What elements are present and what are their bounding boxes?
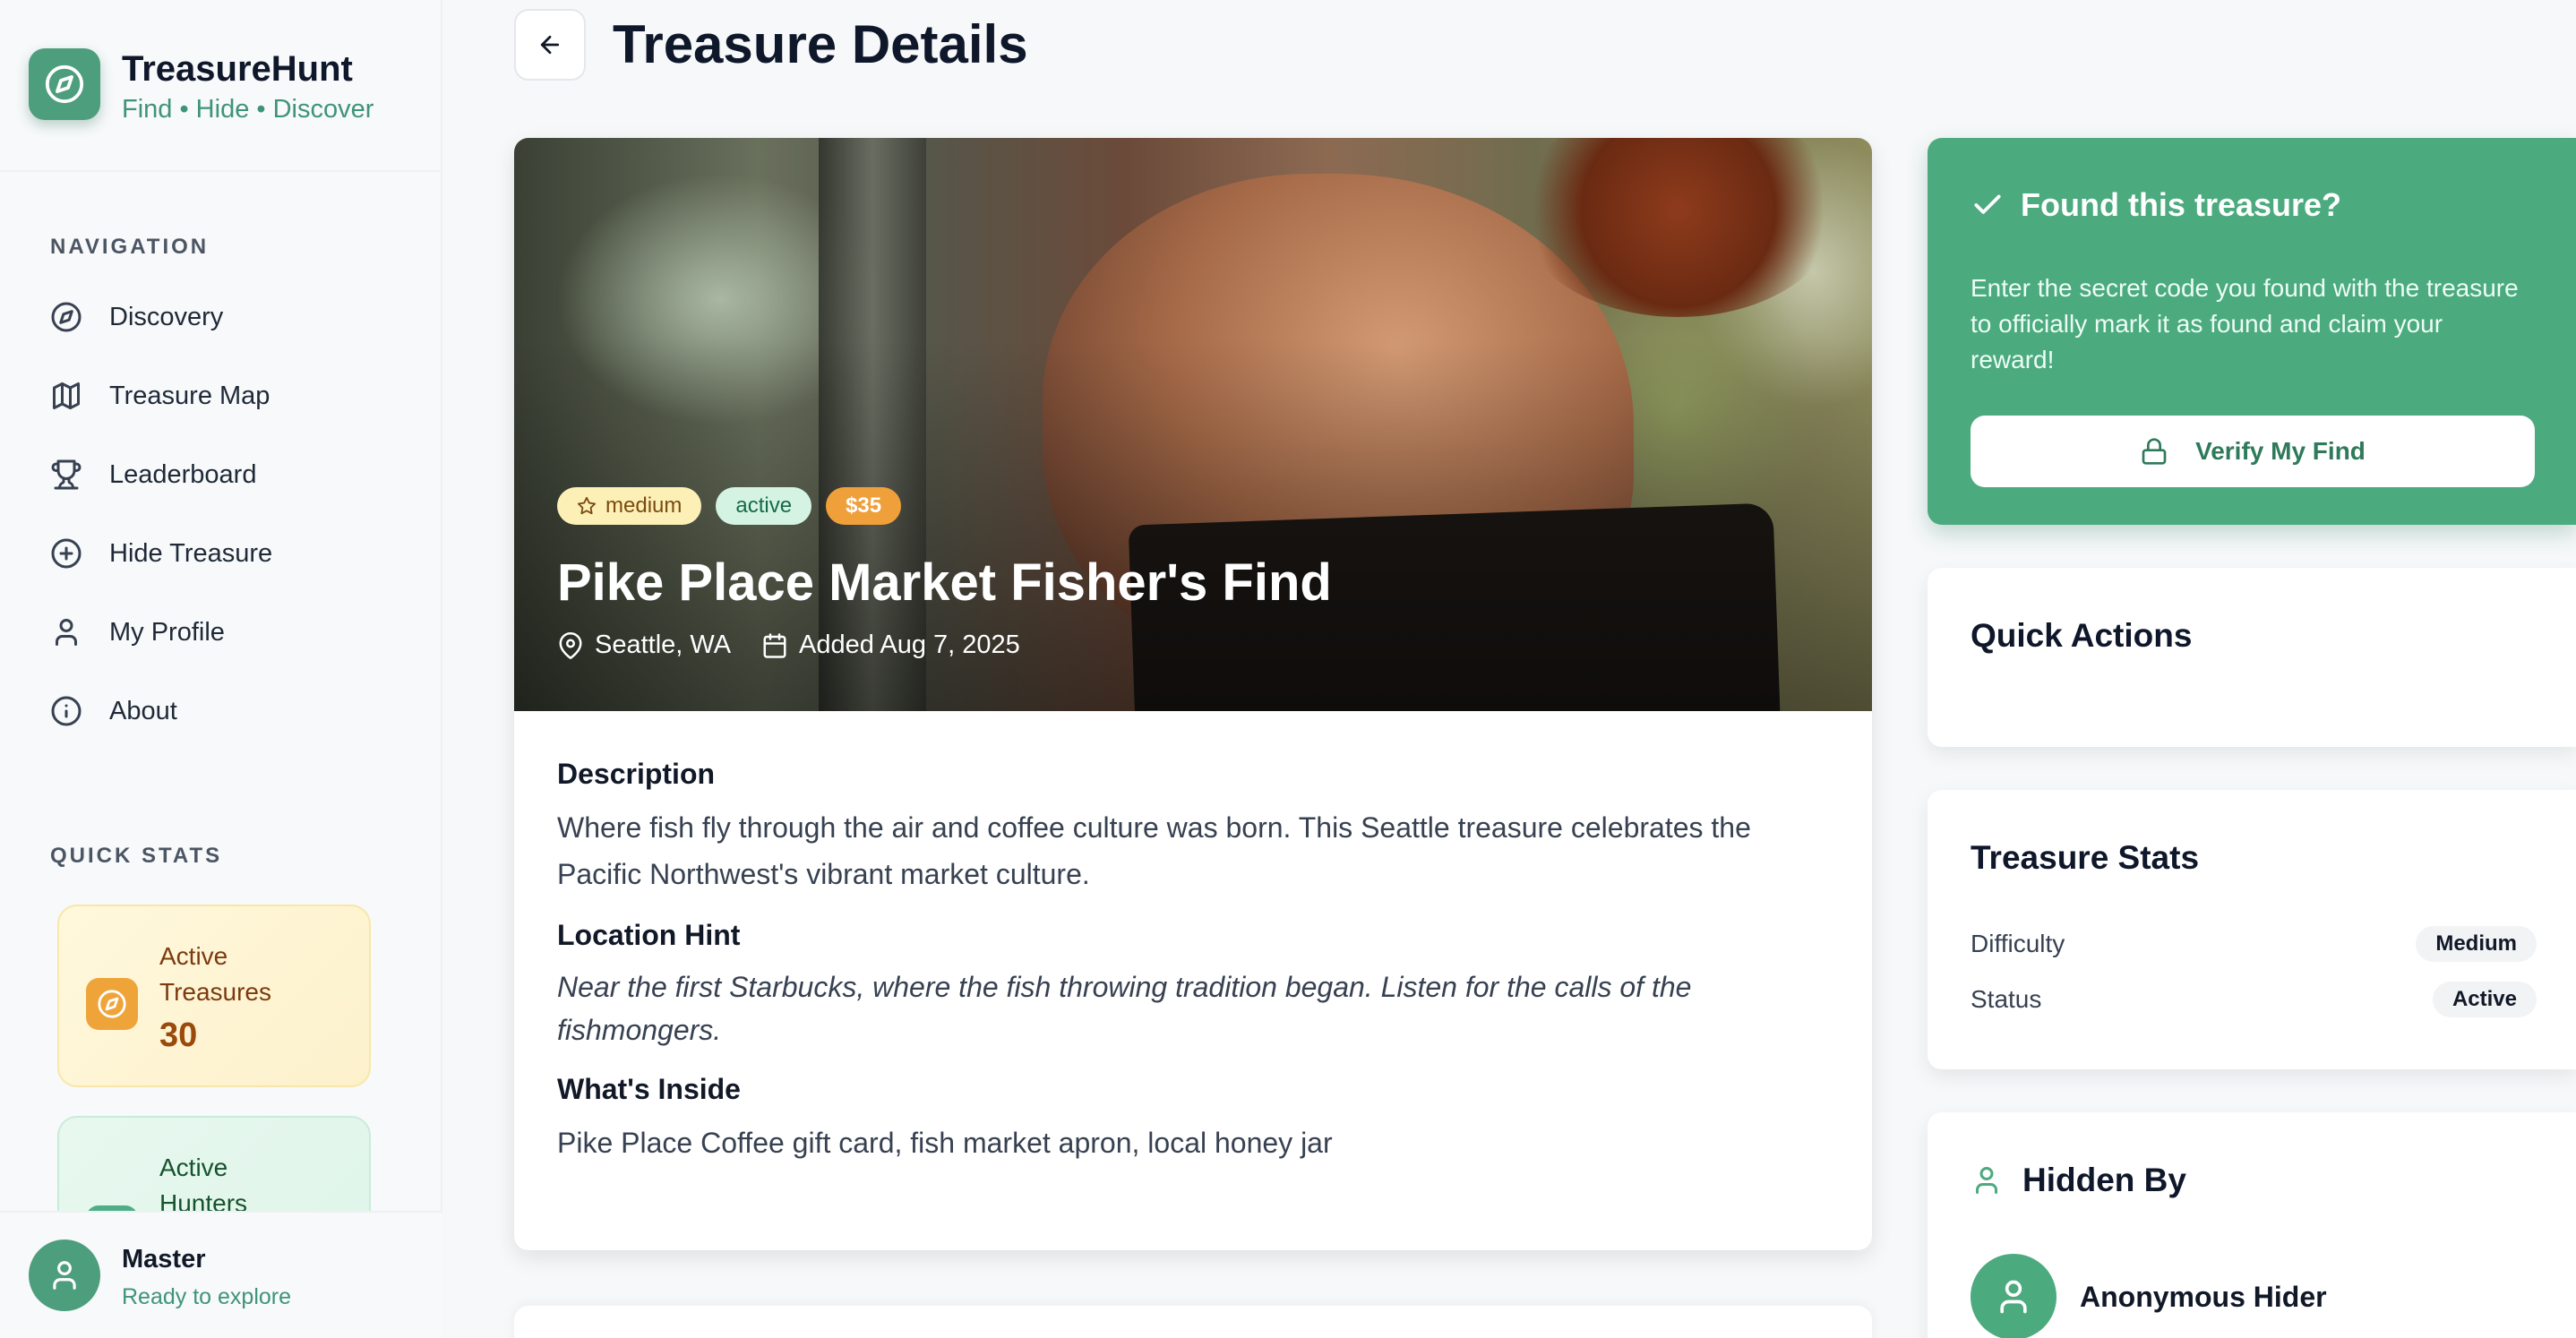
sidebar-item-label: My Profile [109, 617, 225, 647]
hidden-by-card: Hidden By Anonymous Hider [1928, 1112, 2576, 1338]
sidebar-item-label: Discovery [109, 302, 224, 331]
brand-title: TreasureHunt [122, 49, 353, 89]
stat-row-label: Difficulty [1971, 930, 2065, 957]
hidden-by-title: Hidden By [2022, 1162, 2186, 1198]
sidebar-item-label: About [109, 696, 177, 725]
lock-icon [2142, 438, 2167, 465]
difficulty-badge-label: medium [605, 493, 683, 518]
quick-stats-heading: QUICK STATS [50, 844, 223, 868]
price-badge-label: $35 [846, 493, 882, 518]
user-icon [1976, 1167, 1997, 1194]
sidebar-item-leaderboard[interactable]: Leaderboard [50, 435, 408, 514]
user-icon [56, 619, 77, 646]
found-card-text: Enter the secret code you found with the… [1971, 274, 2519, 373]
status-badge: active [716, 487, 812, 525]
brand-tagline: Find • Hide • Discover [122, 95, 374, 124]
sidebar-item-label: Hide Treasure [109, 538, 273, 568]
arrow-left-icon [540, 35, 560, 55]
map-pin-icon [559, 631, 582, 659]
hider-profile[interactable]: Anonymous Hider [1971, 1254, 2533, 1338]
compass-icon [86, 978, 138, 1030]
map-icon [53, 382, 80, 409]
info-icon [51, 696, 82, 726]
sidebar-item-hide-treasure[interactable]: Hide Treasure [50, 514, 408, 593]
treasure-badges: medium active $35 [557, 487, 902, 525]
sidebar-item-about[interactable]: About [50, 672, 408, 750]
stat-row-difficulty: Difficulty Medium [1971, 926, 2537, 962]
avatar [1971, 1254, 2057, 1338]
avatar [29, 1239, 100, 1311]
compass-logo-icon [29, 48, 100, 120]
hider-name: Anonymous Hider [2080, 1280, 2327, 1313]
stat-row-label: Status [1971, 985, 2042, 1013]
quick-actions-title: Quick Actions [1971, 617, 2193, 654]
treasure-location: Seattle, WA [595, 630, 732, 659]
found-card-title: Found this treasure? [2021, 186, 2342, 223]
verify-find-label: Verify My Find [2195, 437, 2366, 465]
description-text: Where fish fly through the air and coffe… [557, 811, 1751, 890]
description-heading: Description [557, 758, 716, 790]
location-hint-text: Near the first Starbucks, where the fish… [557, 971, 1692, 1046]
treasure-detail-card: medium active $35 Pike Place Market Fish… [514, 138, 1872, 1250]
sidebar-nav: Discovery Treasure Map Leaderboard Hide … [50, 278, 408, 750]
stat-label: Active Treasures [159, 942, 272, 1006]
quick-actions-card: Quick Actions [1928, 568, 2576, 747]
status-pill: Active [2432, 982, 2537, 1017]
treasure-hero-image: medium active $35 Pike Place Market Fish… [514, 138, 1872, 711]
whats-inside-heading: What's Inside [557, 1073, 741, 1105]
location-hint-heading: Location Hint [557, 919, 741, 951]
treasure-stats-card: Treasure Stats Difficulty Medium Status … [1928, 790, 2576, 1069]
sidebar-item-label: Leaderboard [109, 459, 257, 489]
verify-find-button[interactable]: Verify My Find [1971, 416, 2535, 487]
divider [0, 170, 442, 172]
sidebar: TreasureHunt Find • Hide • Discover NAVI… [0, 0, 442, 1338]
calendar-icon [763, 632, 786, 658]
user-status: Ready to explore [122, 1284, 292, 1309]
price-badge: $35 [826, 487, 902, 525]
stat-value: 30 [159, 1016, 198, 1054]
sidebar-item-label: Treasure Map [109, 381, 270, 410]
next-card-edge [514, 1306, 1872, 1338]
difficulty-badge: medium [557, 487, 702, 525]
trophy-icon [51, 459, 82, 490]
back-button[interactable] [514, 9, 586, 81]
stat-row-status: Status Active [1971, 982, 2537, 1017]
sidebar-item-my-profile[interactable]: My Profile [50, 593, 408, 672]
user-profile-bar[interactable]: Master Ready to explore [0, 1211, 442, 1338]
nav-heading: NAVIGATION [50, 235, 210, 259]
difficulty-pill: Medium [2416, 926, 2537, 962]
treasure-title: Pike Place Market Fisher's Find [557, 553, 1332, 612]
sidebar-item-treasure-map[interactable]: Treasure Map [50, 356, 408, 435]
brand[interactable]: TreasureHunt Find • Hide • Discover [29, 48, 374, 125]
user-name: Master [122, 1245, 206, 1274]
treasure-meta: Seattle, WA Added Aug 7, 2025 [557, 630, 1020, 660]
compass-icon [51, 302, 82, 332]
stat-card-active-treasures: Active Treasures 30 [57, 905, 371, 1087]
found-treasure-card: Found this treasure? Enter the secret co… [1928, 138, 2576, 525]
whats-inside-text: Pike Place Coffee gift card, fish market… [557, 1127, 1333, 1159]
treasure-content: Description Where fish fly through the a… [557, 756, 1829, 1166]
treasure-stats-title: Treasure Stats [1971, 839, 2200, 876]
star-icon [577, 496, 597, 515]
treasure-added-date: Added Aug 7, 2025 [799, 630, 1020, 659]
plus-circle-icon [51, 538, 82, 569]
sidebar-item-discovery[interactable]: Discovery [50, 278, 408, 356]
check-icon [1974, 194, 2001, 214]
page-title: Treasure Details [613, 14, 1028, 74]
